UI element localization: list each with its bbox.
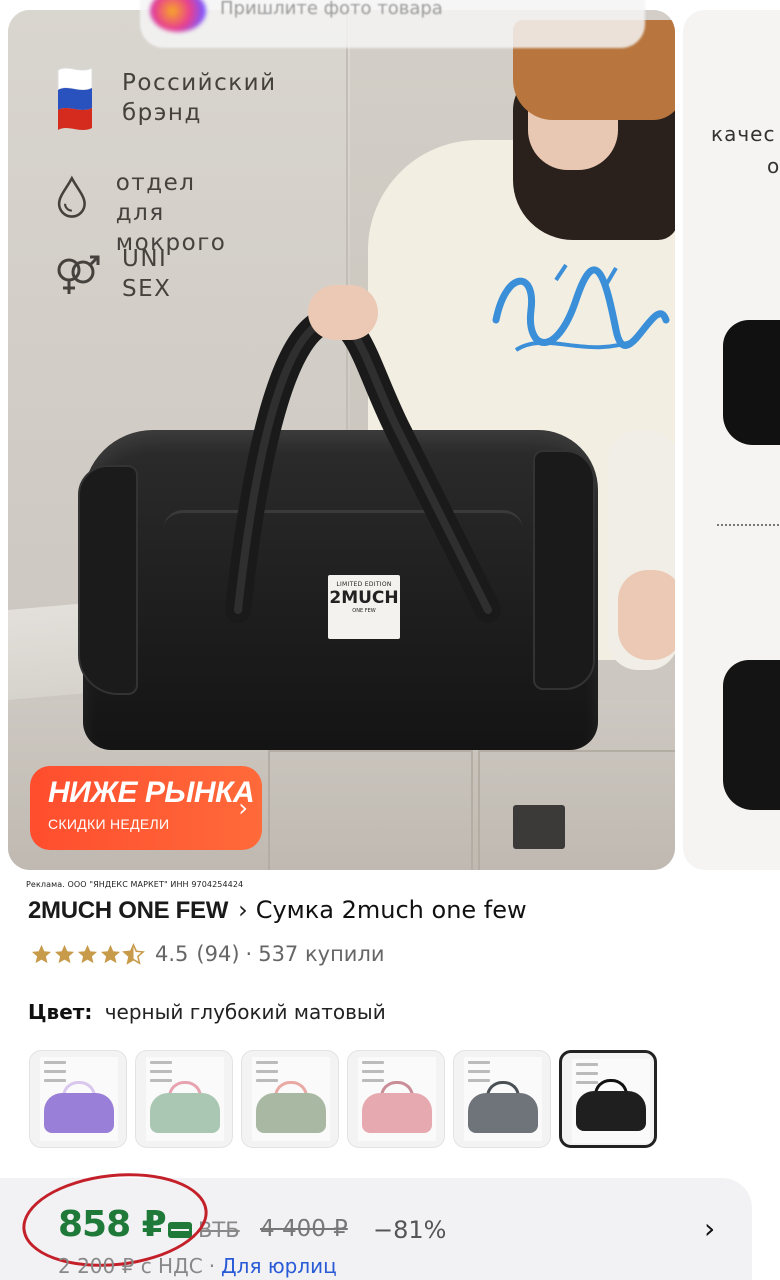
color-variant-thumbnail[interactable]	[347, 1050, 445, 1148]
color-variant-thumbnail[interactable]	[453, 1050, 551, 1148]
thumb-bag	[576, 1091, 646, 1131]
thumb-feature-lines	[256, 1061, 278, 1088]
next-product-photo[interactable]: качес о	[683, 10, 780, 870]
feature-text: Российский брэнд	[122, 70, 277, 126]
russia-flag-icon	[57, 67, 93, 130]
color-label: Цвет:	[28, 1000, 93, 1024]
water-drop-icon	[57, 175, 86, 218]
color-value: черный глубокий матовый	[104, 1000, 386, 1024]
photo-bag-side-pocket	[78, 465, 138, 695]
next-slide-bag	[723, 660, 780, 810]
business-customers-link[interactable]: Для юрлиц	[221, 1254, 337, 1278]
photo-cabinet-handle	[513, 805, 565, 849]
thumb-bag	[468, 1093, 538, 1133]
vat-price: 2 200 ₽ с НДС	[58, 1254, 203, 1278]
feature-unisex: UNI SEX	[54, 244, 171, 304]
thumb-feature-lines	[44, 1061, 66, 1088]
main-product-photo[interactable]: LIMITED EDITION 2MUCH ONE FEW Российский…	[8, 10, 675, 870]
rating-stars	[30, 942, 145, 966]
next-slide-bag	[723, 320, 780, 445]
rating-row[interactable]: 4.5 (94) · 537 купили	[30, 942, 385, 966]
photo-model-hand	[308, 285, 378, 340]
thumb-bag	[150, 1093, 220, 1133]
color-variant-thumbnail[interactable]	[135, 1050, 233, 1148]
chevron-right-icon: ›	[238, 896, 248, 924]
star-icon	[54, 944, 75, 963]
next-slide-text: качес	[711, 122, 776, 146]
discount-percent: −81%	[373, 1216, 447, 1244]
thumb-bag	[362, 1093, 432, 1133]
next-slide-text: о	[767, 154, 780, 178]
color-variant-thumbnail[interactable]	[29, 1050, 127, 1148]
star-icon	[31, 944, 52, 963]
separator-dot: ·	[208, 1254, 216, 1278]
search-placeholder: Пришлите фото товара	[220, 0, 443, 19]
thumb-bag	[44, 1093, 114, 1133]
product-title: Сумка 2much one few	[255, 896, 527, 924]
feature-russian-brand: Российский брэнд	[54, 67, 277, 136]
purchase-count: 537 купили	[258, 942, 385, 966]
feature-text: UNI SEX	[122, 246, 172, 302]
promo-subtitle: СКИДКИ НЕДЕЛИ	[48, 816, 170, 832]
color-variant-thumbnail[interactable]	[241, 1050, 339, 1148]
thumb-feature-lines	[150, 1061, 172, 1088]
chevron-right-icon: ›	[238, 794, 248, 822]
photo-cabinet-door	[268, 750, 473, 870]
brand-link[interactable]: 2MUCH ONE FEW	[28, 897, 228, 925]
thumb-feature-lines	[468, 1061, 490, 1088]
bag-brand-label: LIMITED EDITION 2MUCH ONE FEW	[328, 575, 400, 639]
separator-dot: ·	[245, 942, 253, 966]
next-slide-divider	[717, 524, 780, 526]
thumb-feature-lines	[576, 1063, 598, 1090]
bag-label-line: 2MUCH	[329, 588, 399, 608]
star-half-icon	[122, 942, 145, 965]
star-icon	[77, 944, 98, 963]
product-image-gallery[interactable]: LIMITED EDITION 2MUCH ONE FEW Российский…	[0, 0, 780, 872]
star-icon	[100, 944, 121, 963]
promo-title: НИЖЕ РЫНКА	[48, 776, 255, 809]
color-row: Цвет: черный глубокий матовый	[28, 1000, 386, 1024]
thumb-bag	[256, 1093, 326, 1133]
unisex-gender-icon	[57, 255, 100, 294]
chevron-right-icon[interactable]: ›	[704, 1212, 715, 1245]
color-variant-thumbnail-selected[interactable]	[559, 1050, 657, 1148]
thumb-feature-lines	[362, 1061, 384, 1088]
old-price: 4 400 ₽	[260, 1216, 348, 1242]
review-count: (94)	[196, 942, 240, 966]
photo-cabinet-door	[478, 750, 675, 870]
photo-bag-side-pocket	[533, 450, 595, 690]
ad-disclaimer: Реклама. ООО "ЯНДЕКС МАРКЕТ" ИНН 9704254…	[26, 880, 244, 889]
bag-label-line: ONE FEW	[352, 608, 376, 614]
business-price-row: 2 200 ₽ с НДС · Для юрлиц	[58, 1254, 337, 1278]
bag-label-line: LIMITED EDITION	[336, 581, 392, 588]
color-variant-thumbnails	[29, 1050, 665, 1148]
product-title-row: 2MUCH ONE FEW › Сумка 2much one few	[28, 896, 527, 925]
photo-model-hand	[618, 570, 675, 660]
below-market-promo-badge[interactable]: НИЖЕ РЫНКА СКИДКИ НЕДЕЛИ ›	[30, 766, 262, 850]
rating-value: 4.5	[155, 942, 189, 966]
